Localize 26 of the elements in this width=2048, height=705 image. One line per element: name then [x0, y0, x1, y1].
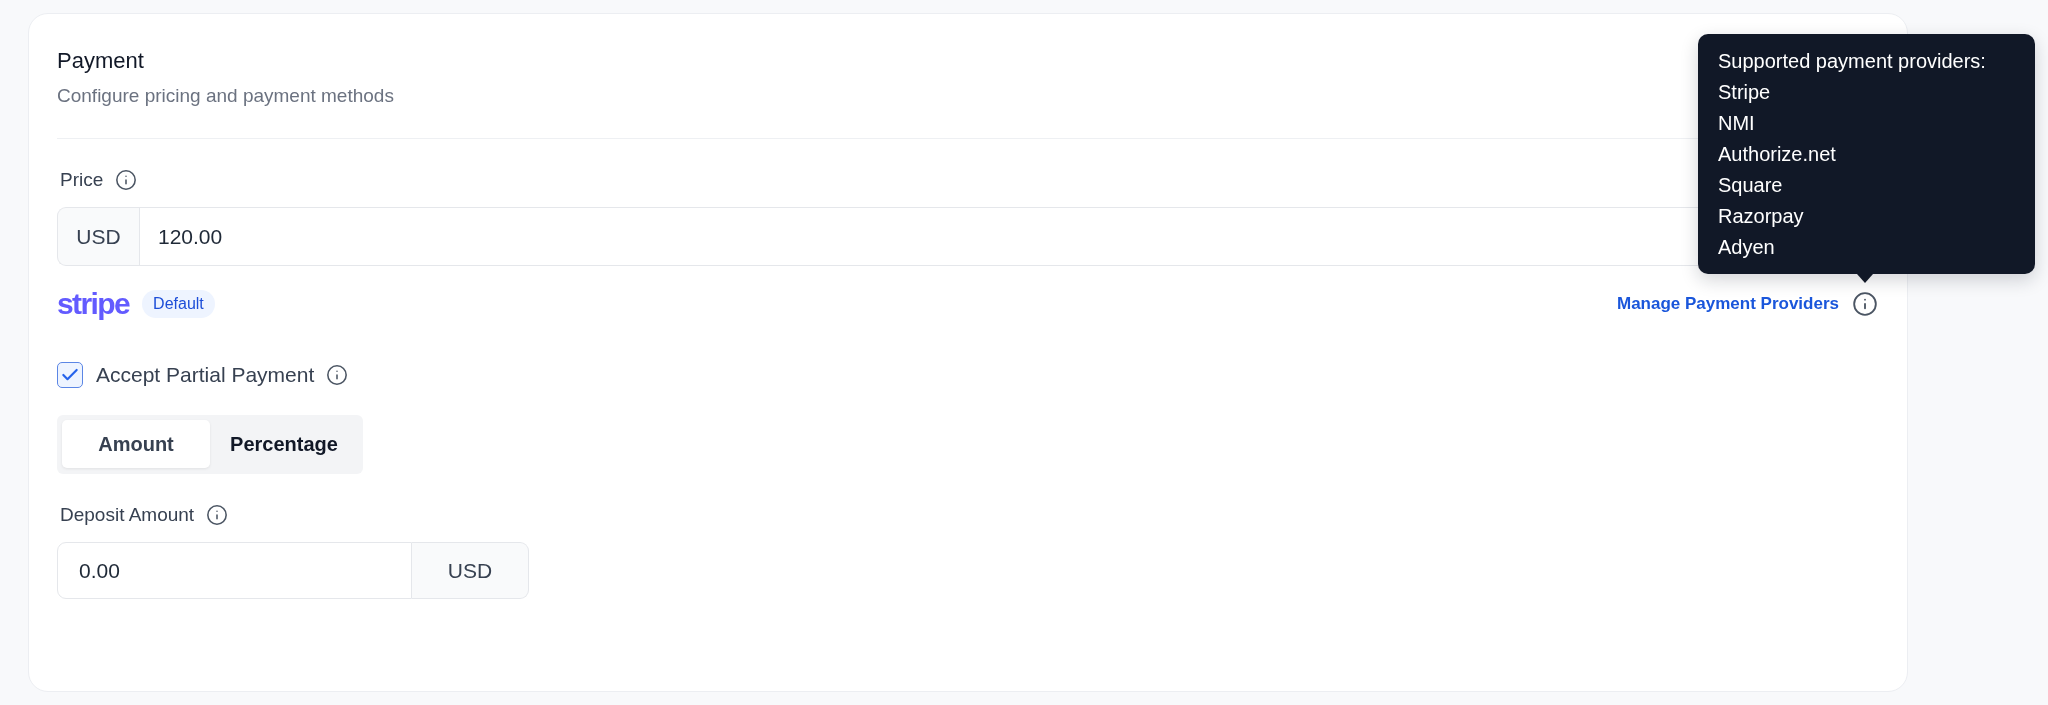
field-label: Price	[60, 168, 104, 192]
default-badge: Default	[142, 290, 215, 318]
currency-addon: USD	[57, 207, 139, 266]
card-subtitle: Configure pricing and payment methods	[57, 84, 394, 108]
tooltip-item: Authorize.net	[1718, 142, 1836, 167]
segment-tab[interactable]: Percentage	[210, 420, 358, 468]
deposit-input[interactable]: 0.00	[57, 542, 412, 599]
field-label: Deposit Amount	[60, 503, 195, 527]
tooltip-item: Razorpay	[1718, 204, 1804, 229]
currency-addon: USD	[412, 542, 529, 599]
info-icon[interactable]	[1852, 291, 1878, 317]
checkbox-label: Accept Partial Payment	[96, 363, 315, 387]
tooltip-item: NMI	[1718, 111, 1755, 136]
info-icon[interactable]	[115, 169, 138, 191]
tooltip-item: Adyen	[1718, 235, 1775, 260]
provider-logo: stripe	[57, 288, 130, 320]
tooltip-item: Square	[1718, 173, 1783, 198]
checkbox[interactable]	[57, 362, 83, 388]
segment-tab[interactable]: Amount	[62, 420, 210, 468]
tooltip-heading: Supported payment providers:	[1718, 49, 1986, 74]
card-title: Payment	[57, 47, 144, 75]
price-input[interactable]: 120.00	[139, 207, 1698, 266]
manage-providers-link[interactable]: Manage Payment Providers	[1616, 294, 1839, 314]
tooltip-item: Stripe	[1718, 80, 1771, 105]
info-icon[interactable]	[206, 504, 229, 526]
info-icon[interactable]	[326, 364, 349, 386]
